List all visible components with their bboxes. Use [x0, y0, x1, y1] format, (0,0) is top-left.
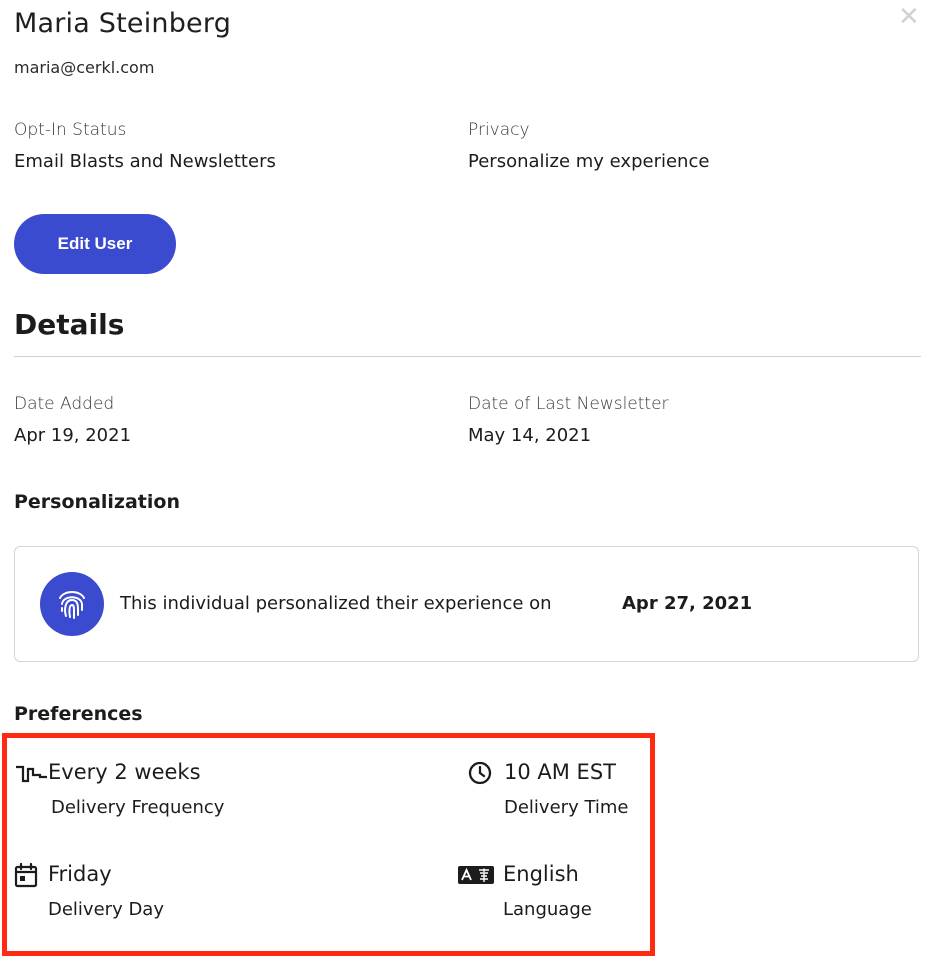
date-added-label: Date Added — [14, 394, 115, 414]
personalization-text: This individual personalized their exper… — [120, 593, 552, 614]
close-icon[interactable]: ✕ — [898, 4, 920, 30]
translate-icon — [458, 866, 494, 888]
language-label: Language — [503, 899, 592, 920]
details-heading: Details — [14, 308, 125, 341]
privacy-value: Personalize my experience — [468, 151, 710, 172]
last-newsletter-label: Date of Last Newsletter — [468, 394, 669, 414]
time-label: Delivery Time — [504, 797, 629, 818]
personalization-heading: Personalization — [14, 491, 180, 513]
privacy-label: Privacy — [468, 120, 530, 140]
preferences-heading: Preferences — [14, 703, 143, 725]
personalization-date: Apr 27, 2021 — [622, 593, 753, 614]
last-newsletter-value: May 14, 2021 — [468, 425, 592, 446]
date-added-value: Apr 19, 2021 — [14, 425, 132, 446]
frequency-value: Every 2 weeks — [48, 760, 201, 784]
day-value: Friday — [48, 862, 112, 886]
frequency-label: Delivery Frequency — [51, 797, 225, 818]
opt-in-status-label: Opt-In Status — [14, 120, 127, 140]
time-value: 10 AM EST — [504, 760, 616, 784]
details-divider — [14, 356, 921, 357]
day-label: Delivery Day — [48, 899, 164, 920]
clock-icon — [468, 761, 492, 789]
frequency-icon — [14, 761, 48, 789]
user-name: Maria Steinberg — [14, 8, 232, 39]
fingerprint-icon — [40, 572, 104, 636]
calendar-icon — [14, 862, 38, 892]
opt-in-status-value: Email Blasts and Newsletters — [14, 151, 276, 172]
edit-user-button[interactable]: Edit User — [14, 214, 176, 274]
user-email: maria@cerkl.com — [14, 58, 155, 77]
language-value: English — [503, 862, 579, 886]
